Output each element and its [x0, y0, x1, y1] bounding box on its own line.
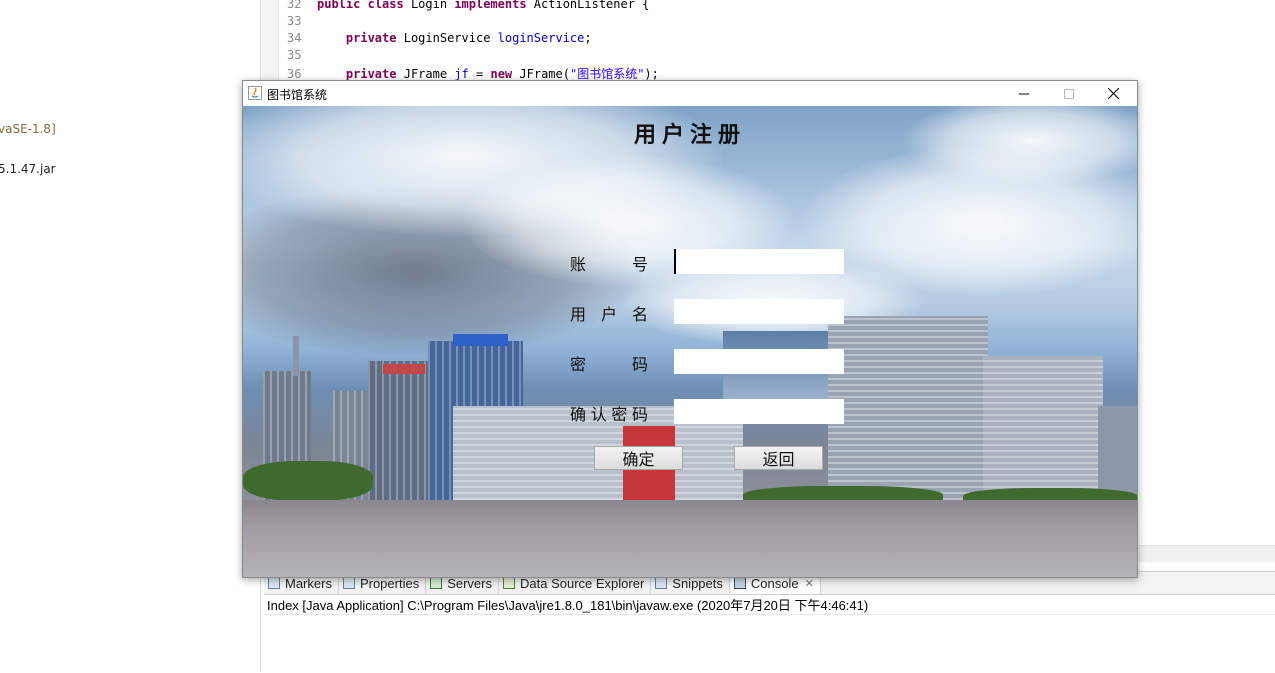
servers-icon	[430, 577, 443, 589]
code-line: 34 private LoginService loginService;	[287, 31, 592, 48]
account-label: 账号	[570, 251, 648, 275]
username-input[interactable]	[674, 299, 844, 324]
editor-horizontal-scrollbar[interactable]	[1137, 545, 1275, 562]
crane	[293, 336, 299, 376]
keyword: new	[490, 67, 513, 81]
label-char: 用	[570, 305, 587, 324]
confirm-password-label: 确认密码	[570, 401, 648, 425]
keyword: implements	[454, 0, 527, 11]
properties-icon	[342, 577, 355, 589]
keyword: private	[345, 67, 397, 81]
console-icon	[733, 577, 746, 589]
field-name: jf	[454, 67, 469, 81]
building-sign	[453, 334, 508, 346]
string-literal: "图书馆系统"	[569, 67, 645, 81]
tower-building	[368, 361, 428, 501]
punctuation: );	[644, 67, 659, 81]
trees	[243, 461, 373, 501]
keyword: public	[317, 0, 361, 11]
close-icon	[1108, 88, 1119, 99]
label-char: 码	[631, 405, 648, 424]
code-line: 35	[287, 48, 317, 65]
plaza	[243, 500, 1137, 577]
maximize-button	[1046, 81, 1091, 106]
username-label: 用户名	[570, 301, 648, 325]
identifier: LoginService	[403, 31, 491, 45]
punctuation: =	[476, 67, 484, 81]
minimize-icon	[1018, 93, 1029, 94]
label-char: 密	[611, 405, 628, 424]
label-char: 户	[600, 305, 617, 324]
code-line: 33	[287, 14, 317, 31]
confirm-password-input[interactable]	[674, 399, 844, 424]
register-panel: 用户注册 账号 用户名 密码 确认密码 确定 返回	[243, 106, 1137, 577]
label-char: 码	[631, 355, 648, 374]
line-number: 32	[287, 0, 302, 11]
data-source-icon	[503, 577, 515, 589]
library-wing	[983, 356, 1103, 506]
account-input[interactable]	[674, 249, 844, 274]
back-button[interactable]: 返回	[734, 446, 823, 470]
package-explorer: vaSE-1.8] 5.1.47.jar	[0, 0, 260, 672]
confirm-button[interactable]: 确定	[594, 446, 683, 470]
line-number: 35	[287, 48, 302, 62]
keyword: class	[367, 0, 404, 11]
label-char: 账	[570, 255, 587, 274]
label-char: 密	[570, 355, 587, 374]
identifier: Login	[410, 0, 448, 11]
window-title: 图书馆系统	[267, 88, 328, 102]
register-window: 图书馆系统 用户注册 账号 用户名 密码 确 认 密 码 确定 返回	[242, 80, 1138, 578]
code-line: 32 public class Login implements ActionLi…	[287, 0, 649, 14]
maximize-icon	[1063, 88, 1074, 99]
building-sign	[383, 364, 425, 374]
identifier: JFrame(	[519, 67, 570, 81]
identifier: JFrame	[403, 67, 448, 81]
console-output[interactable]	[264, 614, 1275, 673]
library-wing	[828, 316, 988, 506]
punctuation: ;	[584, 31, 592, 45]
minimize-button[interactable]	[1001, 81, 1046, 106]
label-char: 确	[570, 405, 587, 424]
field-name: loginService	[497, 31, 585, 45]
register-heading: 用户注册	[633, 122, 746, 148]
snippets-icon	[655, 577, 668, 589]
keyword: private	[345, 31, 397, 45]
line-number: 34	[287, 31, 302, 45]
close-icon[interactable]: ✕	[805, 577, 814, 590]
password-label: 密码	[570, 351, 648, 375]
identifier: ActionListener {	[533, 0, 650, 11]
console-status-line: Index [Java Application] C:\Program File…	[267, 598, 869, 613]
mysql-jar-item[interactable]: 5.1.47.jar	[0, 162, 56, 176]
markers-icon	[268, 577, 280, 589]
password-input[interactable]	[674, 349, 844, 374]
label-char: 名	[631, 305, 648, 324]
label-char: 号	[631, 255, 648, 274]
java-icon	[248, 86, 262, 100]
line-number: 33	[287, 14, 302, 28]
line-number: 36	[287, 67, 302, 81]
window-title-bar[interactable]: 图书馆系统	[243, 81, 1137, 106]
jre-library-item[interactable]: vaSE-1.8]	[0, 122, 56, 136]
label-char: 认	[590, 405, 607, 424]
close-button[interactable]	[1091, 81, 1136, 106]
